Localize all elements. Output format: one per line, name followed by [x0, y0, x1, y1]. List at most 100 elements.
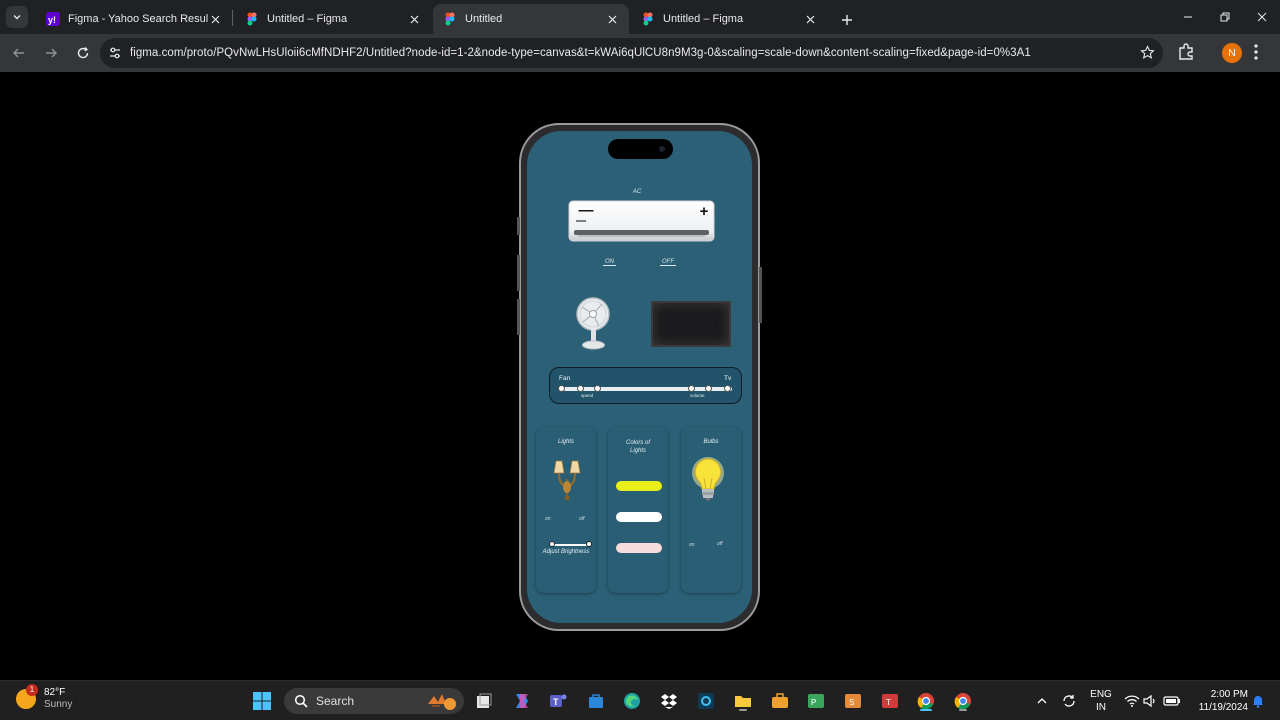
- restore-button[interactable]: [1206, 0, 1243, 34]
- bulbs-on-toggle[interactable]: on: [689, 542, 695, 548]
- file-explorer-button[interactable]: [731, 689, 755, 713]
- minimize-button[interactable]: [1169, 0, 1206, 34]
- colors-title: Colors of Lights: [625, 440, 650, 454]
- weather-condition: Sunny: [44, 699, 73, 710]
- notifications-button[interactable]: [1246, 689, 1270, 713]
- app-icon: T: [882, 694, 898, 708]
- app-button[interactable]: S: [841, 689, 865, 713]
- profile-avatar[interactable]: N: [1222, 43, 1242, 63]
- edge-button[interactable]: [620, 689, 644, 713]
- speaker-icon: [1143, 694, 1155, 708]
- language-indicator[interactable]: ENG IN: [1088, 688, 1114, 714]
- speed-label: speed: [581, 393, 594, 398]
- system-clock[interactable]: 2:00 PM 11/19/2024: [1188, 688, 1248, 714]
- fan-speed-knob[interactable]: [577, 385, 584, 392]
- fan-speed-knob[interactable]: [594, 385, 601, 392]
- browser-toolbar: figma.com/proto/PQvNwLHsUloii6cMfNDHF2/U…: [0, 34, 1280, 72]
- bookmark-star-icon[interactable]: [1140, 45, 1155, 65]
- chrome-icon: [954, 693, 971, 710]
- tab-untitled-figma-1[interactable]: Untitled – Figma: [235, 4, 431, 34]
- fan-power-knob[interactable]: [558, 385, 565, 392]
- yellow-color-option[interactable]: [616, 481, 662, 491]
- app-button[interactable]: [694, 689, 718, 713]
- notification-badge: 1: [26, 684, 38, 696]
- dropbox-button[interactable]: [657, 689, 681, 713]
- brightness-track[interactable]: [552, 544, 590, 546]
- fan-image: [574, 295, 614, 351]
- app-button[interactable]: [768, 689, 792, 713]
- store-icon: [589, 694, 603, 708]
- sync-button[interactable]: [1057, 689, 1081, 713]
- app-button[interactable]: T: [878, 689, 902, 713]
- site-info-icon[interactable]: [100, 38, 130, 68]
- tv-volume-knob[interactable]: [688, 385, 695, 392]
- close-icon[interactable]: [605, 12, 619, 26]
- tv-volume-knob[interactable]: [705, 385, 712, 392]
- close-icon[interactable]: [208, 12, 222, 26]
- brightness-knob[interactable]: [549, 541, 555, 547]
- air-conditioner-image: — +: [568, 200, 715, 244]
- arrow-left-icon: [13, 48, 24, 58]
- ac-off-toggle[interactable]: OFF: [660, 259, 676, 266]
- app-button[interactable]: P: [804, 689, 828, 713]
- close-icon[interactable]: [407, 12, 421, 26]
- start-button[interactable]: [250, 689, 274, 713]
- phone-button: [517, 217, 520, 235]
- store-button[interactable]: [584, 689, 608, 713]
- taskbar-search[interactable]: Search: [284, 688, 464, 714]
- figma-icon: [245, 12, 259, 26]
- lights-on-toggle[interactable]: on: [545, 516, 551, 522]
- teams-button[interactable]: T: [546, 689, 570, 713]
- copilot-button[interactable]: [510, 689, 534, 713]
- close-window-button[interactable]: [1243, 0, 1280, 34]
- teams-icon: T: [550, 694, 567, 707]
- pink-color-option[interactable]: [616, 543, 662, 553]
- tab-title: Untitled – Figma: [663, 13, 744, 25]
- ac-increase-button[interactable]: +: [695, 204, 713, 220]
- tab-title: Untitled: [465, 13, 503, 25]
- brightness-knob[interactable]: [586, 541, 592, 547]
- address-bar[interactable]: figma.com/proto/PQvNwLHsUloii6cMfNDHF2/U…: [100, 38, 1163, 68]
- windows-taskbar: 1 82°F Sunny Search T P S T ENG IN 2:00 …: [0, 680, 1280, 720]
- ac-on-toggle[interactable]: ON: [603, 259, 616, 266]
- tv-power-knob[interactable]: [724, 385, 731, 392]
- prototype-screen: AC — + ON OFF Fan Tv speed volume Lights…: [527, 131, 752, 623]
- new-tab-button[interactable]: [833, 6, 861, 34]
- volume-button[interactable]: [1138, 689, 1162, 713]
- white-color-option[interactable]: [616, 512, 662, 522]
- tab-title: Untitled – Figma: [267, 13, 348, 25]
- bulbs-off-toggle[interactable]: off: [717, 541, 723, 547]
- minimize-icon: [1183, 16, 1192, 18]
- figma-icon: [641, 12, 655, 26]
- lights-off-toggle[interactable]: off: [579, 516, 585, 522]
- back-button[interactable]: [4, 38, 34, 68]
- close-icon[interactable]: [803, 12, 817, 26]
- forward-button[interactable]: [36, 38, 66, 68]
- tab-untitled-figma-2[interactable]: Untitled – Figma: [631, 4, 827, 34]
- tab-title: Figma - Yahoo Search Results: [68, 13, 208, 25]
- tab-search-button[interactable]: [0, 0, 34, 34]
- app-icon: [698, 693, 714, 709]
- chrome-button[interactable]: [914, 689, 938, 713]
- weather-temperature: 82°F: [44, 687, 66, 698]
- more-menu-icon[interactable]: [1254, 44, 1258, 65]
- region-code: IN: [1096, 702, 1106, 713]
- copilot-icon: [516, 694, 528, 708]
- dropbox-icon: [661, 694, 677, 709]
- tab-untitled-active[interactable]: Untitled: [433, 4, 629, 34]
- chrome-profile-button[interactable]: [951, 689, 975, 713]
- battery-button[interactable]: [1160, 689, 1184, 713]
- ac-decrease-button[interactable]: —: [577, 203, 595, 219]
- phone-button: [517, 299, 520, 335]
- task-view-button[interactable]: [472, 689, 496, 713]
- weather-widget[interactable]: 1 82°F Sunny: [16, 684, 73, 711]
- show-hidden-icons-button[interactable]: [1030, 689, 1054, 713]
- svg-text:S: S: [849, 698, 854, 707]
- reload-button[interactable]: [68, 38, 98, 68]
- running-indicator: [739, 709, 747, 711]
- lights-card: Lights on off Adjust Brightness: [536, 427, 596, 593]
- tab-yahoo[interactable]: y! Figma - Yahoo Search Results: [36, 4, 232, 34]
- extensions-icon[interactable]: [1176, 42, 1196, 67]
- sync-icon: [1063, 695, 1075, 707]
- chrome-icon: [917, 693, 934, 710]
